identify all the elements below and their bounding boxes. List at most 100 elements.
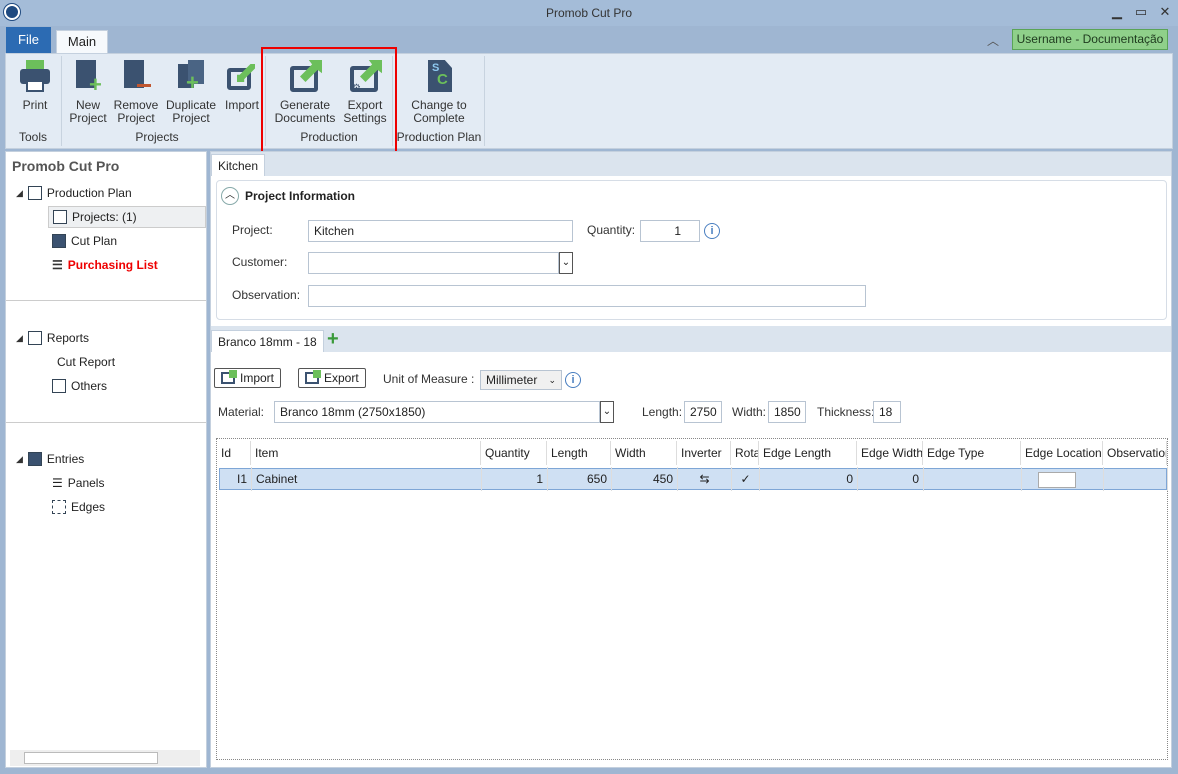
import-icon	[225, 60, 259, 94]
group-production-plan: Production Plan	[396, 130, 482, 144]
user-badge[interactable]: Username - Documentação	[1012, 29, 1168, 50]
cell-edge-type[interactable]	[924, 467, 1022, 491]
collapse-icon[interactable]: ︿	[221, 187, 239, 205]
remove-project-button[interactable]: Remove Project	[112, 60, 160, 125]
chevron-down-icon[interactable]: ⌄	[559, 252, 573, 274]
report-icon	[27, 331, 42, 345]
documents-icon	[27, 186, 42, 200]
edges-icon	[52, 500, 66, 514]
unit-select[interactable]: Millimeter ⌄	[480, 370, 562, 390]
edge-location-icon	[1038, 471, 1076, 488]
minimize-button[interactable]: ▁	[1108, 4, 1126, 20]
cell-edge-length[interactable]: 0	[760, 467, 858, 491]
column-header[interactable]: Edge Width	[857, 441, 923, 465]
tree-others[interactable]: Others	[52, 379, 107, 393]
remove-document-icon	[119, 60, 153, 94]
column-header[interactable]: Inverter	[677, 441, 731, 465]
column-header[interactable]: Width	[611, 441, 677, 465]
printer-icon	[18, 60, 52, 94]
new-project-button[interactable]: + New Project	[66, 60, 110, 125]
expand-icon[interactable]: ◢	[16, 188, 23, 199]
tree-production-plan[interactable]: ◢ Production Plan	[16, 186, 132, 200]
cut-plan-icon	[52, 234, 66, 248]
close-button[interactable]: ✕	[1156, 4, 1174, 20]
cell-id[interactable]: I1	[218, 467, 252, 491]
edge-location-cell[interactable]	[1022, 467, 1104, 491]
column-header[interactable]: Quantity	[481, 441, 547, 465]
table-row[interactable]: I1 Cabinet 1 650 450 ⇆ ✓ 0 0	[218, 467, 1168, 491]
cell-observation[interactable]	[1104, 467, 1168, 491]
divider	[6, 422, 206, 423]
customer-label: Customer:	[232, 255, 288, 269]
import-icon	[221, 370, 237, 384]
cell-item[interactable]: Cabinet	[252, 467, 482, 491]
maximize-button[interactable]: ▭	[1132, 4, 1150, 20]
tree-entries[interactable]: ◢ Entries	[16, 452, 84, 466]
column-header[interactable]: Rotate	[731, 441, 759, 465]
panels-grid[interactable]: IdItemQuantityLengthWidthInverterRotateE…	[216, 438, 1168, 760]
import-button[interactable]: Import	[224, 60, 260, 112]
sidebar-horizontal-scrollbar[interactable]	[10, 750, 200, 766]
material-label: Material:	[218, 405, 265, 419]
material-select[interactable]: Branco 18mm (2750x1850)	[274, 401, 600, 423]
tree-purchasing-list[interactable]: ☰ Purchasing List	[52, 258, 158, 272]
quantity-stepper[interactable]: 1	[640, 220, 700, 242]
tab-main[interactable]: Main	[56, 30, 108, 53]
width-value: 1850	[768, 401, 806, 423]
cell-edge-width[interactable]: 0	[858, 467, 924, 491]
expand-icon[interactable]: ◢	[16, 333, 23, 344]
tree-edges[interactable]: Edges	[52, 500, 105, 514]
title-bar: Promob Cut Pro	[0, 0, 1178, 26]
cell-rotate[interactable]: ✓	[732, 467, 760, 491]
tab-kitchen[interactable]: Kitchen	[211, 154, 266, 176]
column-header[interactable]: Observation	[1103, 441, 1167, 465]
material-tabs-bar: Branco 18mm - 18 +	[211, 326, 1171, 352]
section-title: Project Information	[245, 189, 356, 203]
divider	[6, 300, 206, 301]
chevron-down-icon[interactable]: ⌄	[600, 401, 614, 423]
tree-cut-plan[interactable]: Cut Plan	[52, 234, 117, 248]
column-header[interactable]: Edge Location	[1021, 441, 1103, 465]
observation-input[interactable]	[308, 285, 866, 307]
project-info-panel: ︿ Project Information Project: Kitchen Q…	[216, 180, 1167, 320]
column-header[interactable]: Item	[251, 441, 481, 465]
tree-reports[interactable]: ◢ Reports	[16, 331, 89, 345]
info-icon[interactable]: i	[704, 223, 720, 239]
app-logo-icon	[4, 4, 20, 20]
project-tabs-bar: Kitchen	[211, 152, 1171, 176]
duplicate-project-button[interactable]: + Duplicate Project	[164, 60, 218, 125]
column-header[interactable]: Length	[547, 441, 611, 465]
column-header[interactable]: Id	[217, 441, 251, 465]
cell-length[interactable]: 650	[548, 467, 612, 491]
collapse-ribbon-icon[interactable]: ︿	[987, 32, 999, 49]
export-button[interactable]: Export	[298, 368, 366, 388]
change-status-icon: SC	[422, 60, 456, 94]
add-tab-button[interactable]: +	[327, 328, 339, 351]
tree-projects[interactable]: Projects: (1)	[48, 206, 206, 228]
customer-input[interactable]	[308, 252, 559, 274]
file-tab[interactable]: File	[6, 27, 51, 53]
sidebar: Promob Cut Pro ◢ Production Plan Projects…	[5, 151, 207, 768]
tree-cut-report[interactable]: Cut Report	[52, 355, 115, 369]
cell-width[interactable]: 450	[612, 467, 678, 491]
project-input[interactable]: Kitchen	[308, 220, 573, 242]
panels-icon: ☰	[52, 476, 63, 490]
tab-material[interactable]: Branco 18mm - 18	[211, 330, 324, 352]
group-tools: Tools	[18, 130, 47, 144]
change-to-complete-button[interactable]: S C Change to Complete	[404, 60, 474, 125]
cell-inverter[interactable]: ⇆	[678, 467, 732, 491]
import-button[interactable]: Import	[214, 368, 282, 388]
print-button[interactable]: Print	[12, 60, 58, 112]
others-icon	[52, 379, 66, 393]
highlight-box	[261, 47, 397, 153]
expand-icon[interactable]: ◢	[16, 454, 23, 465]
duplicate-icon: +	[174, 60, 208, 94]
column-header[interactable]: Edge Type	[923, 441, 1021, 465]
width-label: Width:	[732, 405, 767, 419]
cell-quantity[interactable]: 1	[482, 467, 548, 491]
info-icon[interactable]: i	[565, 372, 581, 388]
entries-icon	[27, 452, 42, 466]
tree-panels[interactable]: ☰ Panels	[52, 476, 104, 490]
observation-label: Observation:	[232, 288, 301, 302]
column-header[interactable]: Edge Length	[759, 441, 857, 465]
